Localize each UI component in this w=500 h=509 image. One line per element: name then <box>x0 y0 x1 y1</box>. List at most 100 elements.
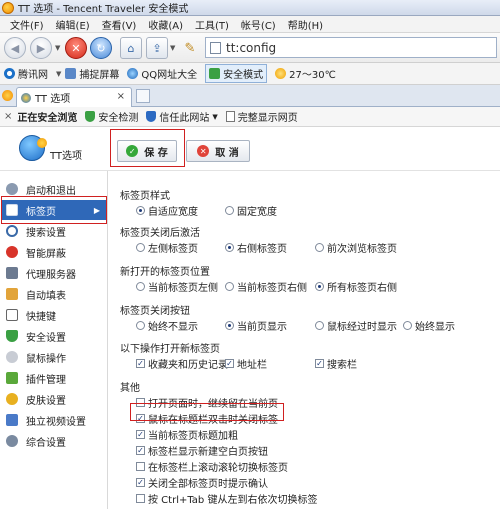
chevron-down-icon: ▼ <box>212 112 218 121</box>
title-bar: TT 选项 - Tencent Traveler 安全模式 <box>0 0 500 16</box>
history-dropdown-icon[interactable]: ▼ <box>55 44 60 52</box>
broom-icon: ✎ <box>184 40 196 56</box>
share-button[interactable]: ⇪ <box>146 37 168 59</box>
refresh-button[interactable]: ↻ <box>90 37 112 59</box>
bookmarks-bar: 腾讯网 ▼ 捕捉屏幕 QQ网址大全 安全模式 27～30℃ <box>0 63 500 85</box>
close-button-title: 标签页关闭按钮 <box>120 306 190 317</box>
sidebar-item-security[interactable]: 安全设置 <box>6 326 106 346</box>
stop-button[interactable]: ✕ <box>65 37 87 59</box>
menu-favorites[interactable]: 收藏(A) <box>142 17 189 32</box>
safe-mode-toggle[interactable]: 安全模式 <box>205 64 268 83</box>
mouse-icon <box>6 351 18 363</box>
shield-icon <box>209 68 221 79</box>
menu-tools[interactable]: 工具(T) <box>189 17 235 32</box>
close-icon[interactable]: × <box>4 111 12 122</box>
cancel-icon: ✕ <box>197 145 210 157</box>
app-icon <box>2 1 14 14</box>
address-text: tt:config <box>226 40 277 55</box>
address-bar[interactable]: tt:config <box>205 37 497 58</box>
options-sidebar: 启动和退出 标签页 ▶ 搜索设置 智能屏蔽 代理服务器 自动填表 快捷键 安全设… <box>0 171 108 509</box>
window-title: TT 选项 - Tencent Traveler 安全模式 <box>18 4 189 15</box>
sidebar-item-proxy[interactable]: 代理服务器 <box>6 263 106 283</box>
other-title: 其他 <box>120 383 140 394</box>
bookmark-qq-directory[interactable]: QQ网址大全 <box>127 66 197 81</box>
forward-arrow-icon: ▶ <box>36 41 46 55</box>
back-button[interactable]: ◀ <box>4 37 26 59</box>
sidebar-item-mouse[interactable]: 鼠标操作 <box>6 347 106 367</box>
page-icon <box>210 41 221 54</box>
new-tab-end-radio[interactable]: 所有标签页右侧 <box>315 279 397 294</box>
close-btn-never-radio[interactable]: 始终不显示 <box>136 318 198 333</box>
tab-style-title: 标签页样式 <box>120 191 170 202</box>
screenshot-icon <box>65 68 77 79</box>
security-check-button[interactable]: 安全检测 <box>85 109 138 124</box>
share-icon: ⇪ <box>152 41 162 55</box>
tab-menu-icon[interactable] <box>2 90 13 101</box>
home-icon: ⌂ <box>127 41 135 55</box>
tab-bar: TT 选项 × <box>0 85 500 107</box>
menu-help[interactable]: 帮助(H) <box>282 17 329 32</box>
close-btn-always-radio[interactable]: 始终显示 <box>403 318 455 333</box>
close-btn-current-radio[interactable]: 当前页显示 <box>225 318 287 333</box>
after-close-left-radio[interactable]: 左侧标签页 <box>136 240 198 255</box>
video-icon <box>6 414 18 426</box>
tab-icon <box>21 92 31 103</box>
keyboard-icon <box>6 309 18 321</box>
after-close-right-radio[interactable]: 右侧标签页 <box>225 240 287 255</box>
new-tab-right-radio[interactable]: 当前标签页右侧 <box>225 279 307 294</box>
menu-edit[interactable]: 编辑(E) <box>50 17 96 32</box>
sidebar-item-search[interactable]: 搜索设置 <box>6 221 106 241</box>
options-header: TT选项 ✓ 保 存 ✕ 取 消 <box>0 127 500 171</box>
new-tab-button[interactable] <box>136 89 150 103</box>
settings-icon <box>6 435 18 447</box>
open-new-tab-title: 以下操作打开新标签页 <box>120 344 220 355</box>
sidebar-item-skins[interactable]: 皮肤设置 <box>6 389 106 409</box>
bookmark-dropdown-icon[interactable]: ▼ <box>56 70 61 78</box>
dblclick-highlight-box <box>130 403 284 421</box>
trust-site-button[interactable]: 信任此网站 ▼ <box>146 109 218 124</box>
block-icon <box>6 246 18 258</box>
after-close-previous-radio[interactable]: 前次浏览标签页 <box>315 240 397 255</box>
other-bold-title-checkbox[interactable]: ✓ 当前标签页标题加粗 <box>136 427 238 442</box>
menu-file[interactable]: 文件(F) <box>4 17 50 32</box>
new-tab-left-radio[interactable]: 当前标签页左侧 <box>136 279 218 294</box>
new-tab-position-title: 新打开的标签页位置 <box>120 267 210 278</box>
forward-button[interactable]: ▶ <box>30 37 52 59</box>
sidebar-item-autofill[interactable]: 自动填表 <box>6 284 106 304</box>
menu-view[interactable]: 查看(V) <box>96 17 143 32</box>
globe-icon <box>127 68 139 79</box>
other-new-tab-button-checkbox[interactable]: ✓ 标签栏显示新建空白页按钮 <box>136 443 268 458</box>
refresh-icon: ↻ <box>96 41 106 55</box>
after-close-title: 标签页关闭后激活 <box>120 228 200 239</box>
sidebar-item-block[interactable]: 智能屏蔽 <box>6 242 106 262</box>
tab-tt-options[interactable]: TT 选项 × <box>16 87 132 107</box>
close-btn-hover-radio[interactable]: 鼠标经过时显示 <box>315 318 397 333</box>
sidebar-item-general[interactable]: 综合设置 <box>6 431 106 451</box>
tab-style-auto-radio[interactable]: 自适应宽度 <box>136 203 198 218</box>
menu-account[interactable]: 帐号(C) <box>235 17 282 32</box>
server-icon <box>6 267 18 279</box>
open-new-search-checkbox[interactable]: ✓ 搜索栏 <box>315 356 357 371</box>
full-display-button[interactable]: 完整显示网页 <box>225 109 298 124</box>
cancel-button[interactable]: ✕ 取 消 <box>186 140 250 162</box>
pencil-icon <box>6 288 18 300</box>
clean-button[interactable]: ✎ <box>180 37 200 59</box>
other-ctrl-tab-checkbox[interactable]: 按 Ctrl+Tab 键从左到右依次切换标签 <box>136 491 317 506</box>
bookmark-qq[interactable]: 腾讯网 <box>4 66 48 81</box>
share-dropdown-icon[interactable]: ▼ <box>170 44 175 52</box>
sidebar-item-plugins[interactable]: 插件管理 <box>6 368 106 388</box>
sidebar-item-hotkeys[interactable]: 快捷键 <box>6 305 106 325</box>
tab-style-fixed-radio[interactable]: 固定宽度 <box>225 203 277 218</box>
other-confirm-close-checkbox[interactable]: ✓ 关闭全部标签页时提示确认 <box>136 475 268 490</box>
sidebar-item-video[interactable]: 独立视频设置 <box>6 410 106 430</box>
navigation-toolbar: ◀ ▶ ▼ ✕ ↻ ⌂ ⇪ ▼ ✎ tt:config <box>0 33 500 63</box>
home-button[interactable]: ⌂ <box>120 37 142 59</box>
close-tab-icon[interactable]: × <box>117 91 125 102</box>
weather-widget[interactable]: 27～30℃ <box>275 66 336 81</box>
open-new-favorites-checkbox[interactable]: ✓ 收藏夹和历史记录 <box>136 356 228 371</box>
other-wheel-switch-checkbox[interactable]: 在标签栏上滚动滚轮切换标签页 <box>136 459 288 474</box>
save-highlight-box <box>110 129 185 167</box>
stop-icon: ✕ <box>71 41 81 55</box>
bookmark-capture[interactable]: 捕捉屏幕 <box>65 66 119 81</box>
open-new-address-checkbox[interactable]: ✓ 地址栏 <box>225 356 267 371</box>
